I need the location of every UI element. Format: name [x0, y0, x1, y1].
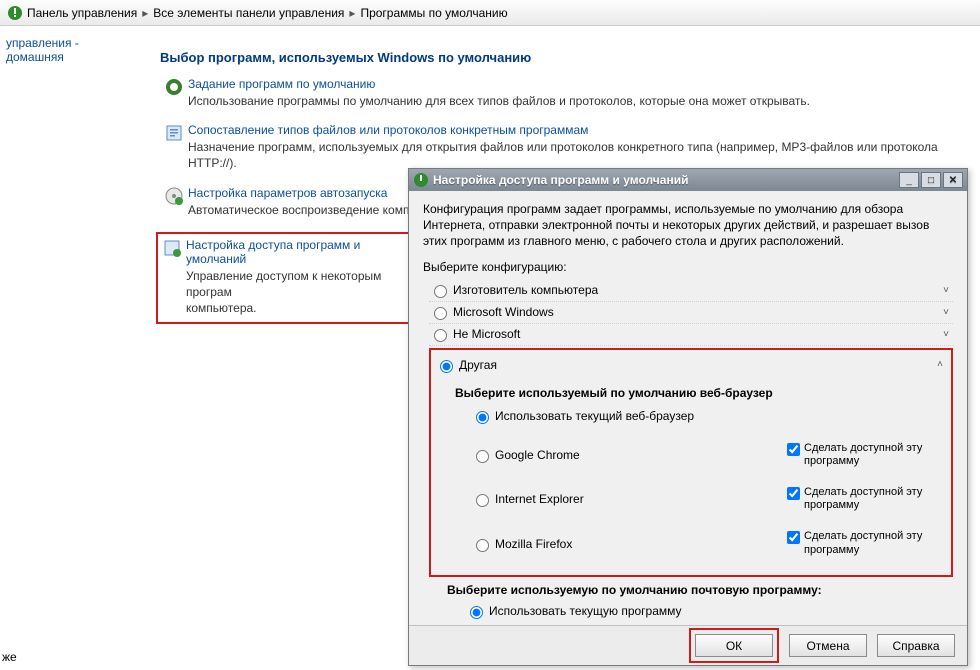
- dialog-choose-label: Выберите конфигурацию:: [423, 260, 953, 274]
- config-label: Изготовитель компьютера: [453, 283, 598, 297]
- browser-label: Mozilla Firefox: [495, 537, 572, 551]
- highlighted-option-box: Настройка доступа программ и умолчаний У…: [156, 232, 424, 325]
- config-list: Изготовитель компьютера ˅ Microsoft Wind…: [429, 280, 953, 621]
- config-option-microsoft[interactable]: Microsoft Windows ˅: [429, 302, 953, 324]
- enable-checkbox[interactable]: [787, 443, 800, 456]
- control-panel-icon: [4, 5, 20, 21]
- autoplay-icon: [160, 186, 188, 210]
- mail-section-title: Выберите используемую по умолчанию почто…: [447, 583, 949, 597]
- minimize-button[interactable]: _: [899, 172, 919, 188]
- breadcrumb-part[interactable]: Все элементы панели управления: [150, 6, 347, 20]
- chevron-down-icon[interactable]: ˅: [943, 307, 953, 318]
- dialog-program-access: Настройка доступа программ и умолчаний _…: [408, 168, 968, 666]
- ok-button[interactable]: ОК: [695, 634, 773, 657]
- browser-radio[interactable]: [476, 539, 489, 552]
- browser-option-ie[interactable]: Internet Explorer Сделать доступной эту …: [471, 486, 943, 512]
- browser-radio[interactable]: [476, 494, 489, 507]
- config-label: Не Microsoft: [453, 327, 520, 341]
- chevron-down-icon[interactable]: ˅: [943, 285, 953, 296]
- close-button[interactable]: ✕: [943, 172, 963, 188]
- mail-option-current[interactable]: Использовать текущую программу: [465, 603, 949, 619]
- dialog-titlebar[interactable]: Настройка доступа программ и умолчаний _…: [409, 169, 967, 191]
- truncated-text: же: [0, 650, 17, 664]
- dialog-body: Конфигурация программ задает программы, …: [409, 191, 967, 625]
- option-desc: Управление доступом к некоторым програм …: [186, 268, 418, 317]
- browser-radio[interactable]: [476, 411, 489, 424]
- browser-option-current[interactable]: Использовать текущий веб-браузер: [471, 408, 943, 424]
- config-option-manufacturer[interactable]: Изготовитель компьютера ˅: [429, 280, 953, 302]
- option-desc: Назначение программ, используемых для от…: [188, 139, 970, 171]
- browser-label: Использовать текущий веб-браузер: [495, 409, 694, 423]
- option-desc: Использование программы по умолчанию для…: [188, 93, 970, 109]
- config-radio[interactable]: [434, 307, 447, 320]
- config-label: Microsoft Windows: [453, 305, 554, 319]
- config-label: Другая: [459, 358, 497, 372]
- option-link[interactable]: Задание программ по умолчанию: [188, 77, 970, 91]
- option-associate-filetypes[interactable]: Сопоставление типов файлов или протоколо…: [160, 123, 970, 171]
- chevron-up-icon[interactable]: ˄: [937, 359, 947, 370]
- config-option-other[interactable]: Другая ˄: [435, 354, 947, 376]
- cancel-button[interactable]: Отмена: [789, 634, 867, 657]
- browser-label: Internet Explorer: [495, 492, 584, 506]
- sidebar: управления - домашняя: [0, 26, 140, 74]
- page-title: Выбор программ, используемых Windows по …: [160, 50, 970, 65]
- dialog-title: Настройка доступа программ и умолчаний: [433, 173, 688, 187]
- browser-section: Выберите используемый по умолчанию веб-б…: [435, 376, 947, 569]
- help-button[interactable]: Справка: [877, 634, 955, 657]
- enable-label: Сделать доступной эту программу: [804, 530, 943, 556]
- highlighted-config-region: Другая ˄ Выберите используемый по умолча…: [429, 348, 953, 577]
- config-radio[interactable]: [440, 360, 453, 373]
- breadcrumb-part[interactable]: Панель управления: [24, 6, 140, 20]
- dialog-icon: [413, 172, 429, 188]
- mail-label: Использовать текущую программу: [489, 604, 682, 618]
- mail-radio[interactable]: [470, 606, 483, 619]
- chevron-down-icon[interactable]: ˅: [943, 329, 953, 340]
- sidebar-home-link[interactable]: управления - домашняя: [6, 36, 79, 64]
- enable-label: Сделать доступной эту программу: [804, 486, 943, 512]
- dialog-intro: Конфигурация программ задает программы, …: [423, 201, 953, 250]
- browser-option-chrome[interactable]: Google Chrome Сделать доступной эту прог…: [471, 442, 943, 468]
- option-set-defaults[interactable]: Задание программ по умолчанию Использова…: [160, 77, 970, 109]
- filetype-icon: [160, 123, 188, 147]
- config-radio[interactable]: [434, 285, 447, 298]
- breadcrumb-part[interactable]: Программы по умолчанию: [357, 6, 510, 20]
- option-link[interactable]: Настройка доступа программ и умолчаний: [186, 238, 418, 266]
- chevron-right-icon: ▸: [347, 6, 357, 20]
- ok-button-highlight: ОК: [689, 628, 779, 663]
- mail-section: Выберите используемую по умолчанию почто…: [429, 577, 953, 621]
- enable-label: Сделать доступной эту программу: [804, 442, 943, 468]
- browser-option-firefox[interactable]: Mozilla Firefox Сделать доступной эту пр…: [471, 530, 943, 556]
- chevron-right-icon: ▸: [140, 6, 150, 20]
- config-radio[interactable]: [434, 329, 447, 342]
- defaults-icon: [160, 77, 188, 101]
- enable-checkbox[interactable]: [787, 531, 800, 544]
- browser-label: Google Chrome: [495, 448, 580, 462]
- program-access-icon: [158, 238, 186, 262]
- option-link[interactable]: Сопоставление типов файлов или протоколо…: [188, 123, 970, 137]
- browser-section-title: Выберите используемый по умолчанию веб-б…: [455, 386, 943, 400]
- option-program-access[interactable]: Настройка доступа программ и умолчаний У…: [158, 238, 418, 317]
- dialog-footer: ОК Отмена Справка: [409, 625, 967, 665]
- maximize-button[interactable]: □: [921, 172, 941, 188]
- config-option-non-microsoft[interactable]: Не Microsoft ˅: [429, 324, 953, 346]
- browser-radio[interactable]: [476, 450, 489, 463]
- breadcrumb[interactable]: Панель управления ▸ Все элементы панели …: [0, 0, 980, 26]
- enable-checkbox[interactable]: [787, 487, 800, 500]
